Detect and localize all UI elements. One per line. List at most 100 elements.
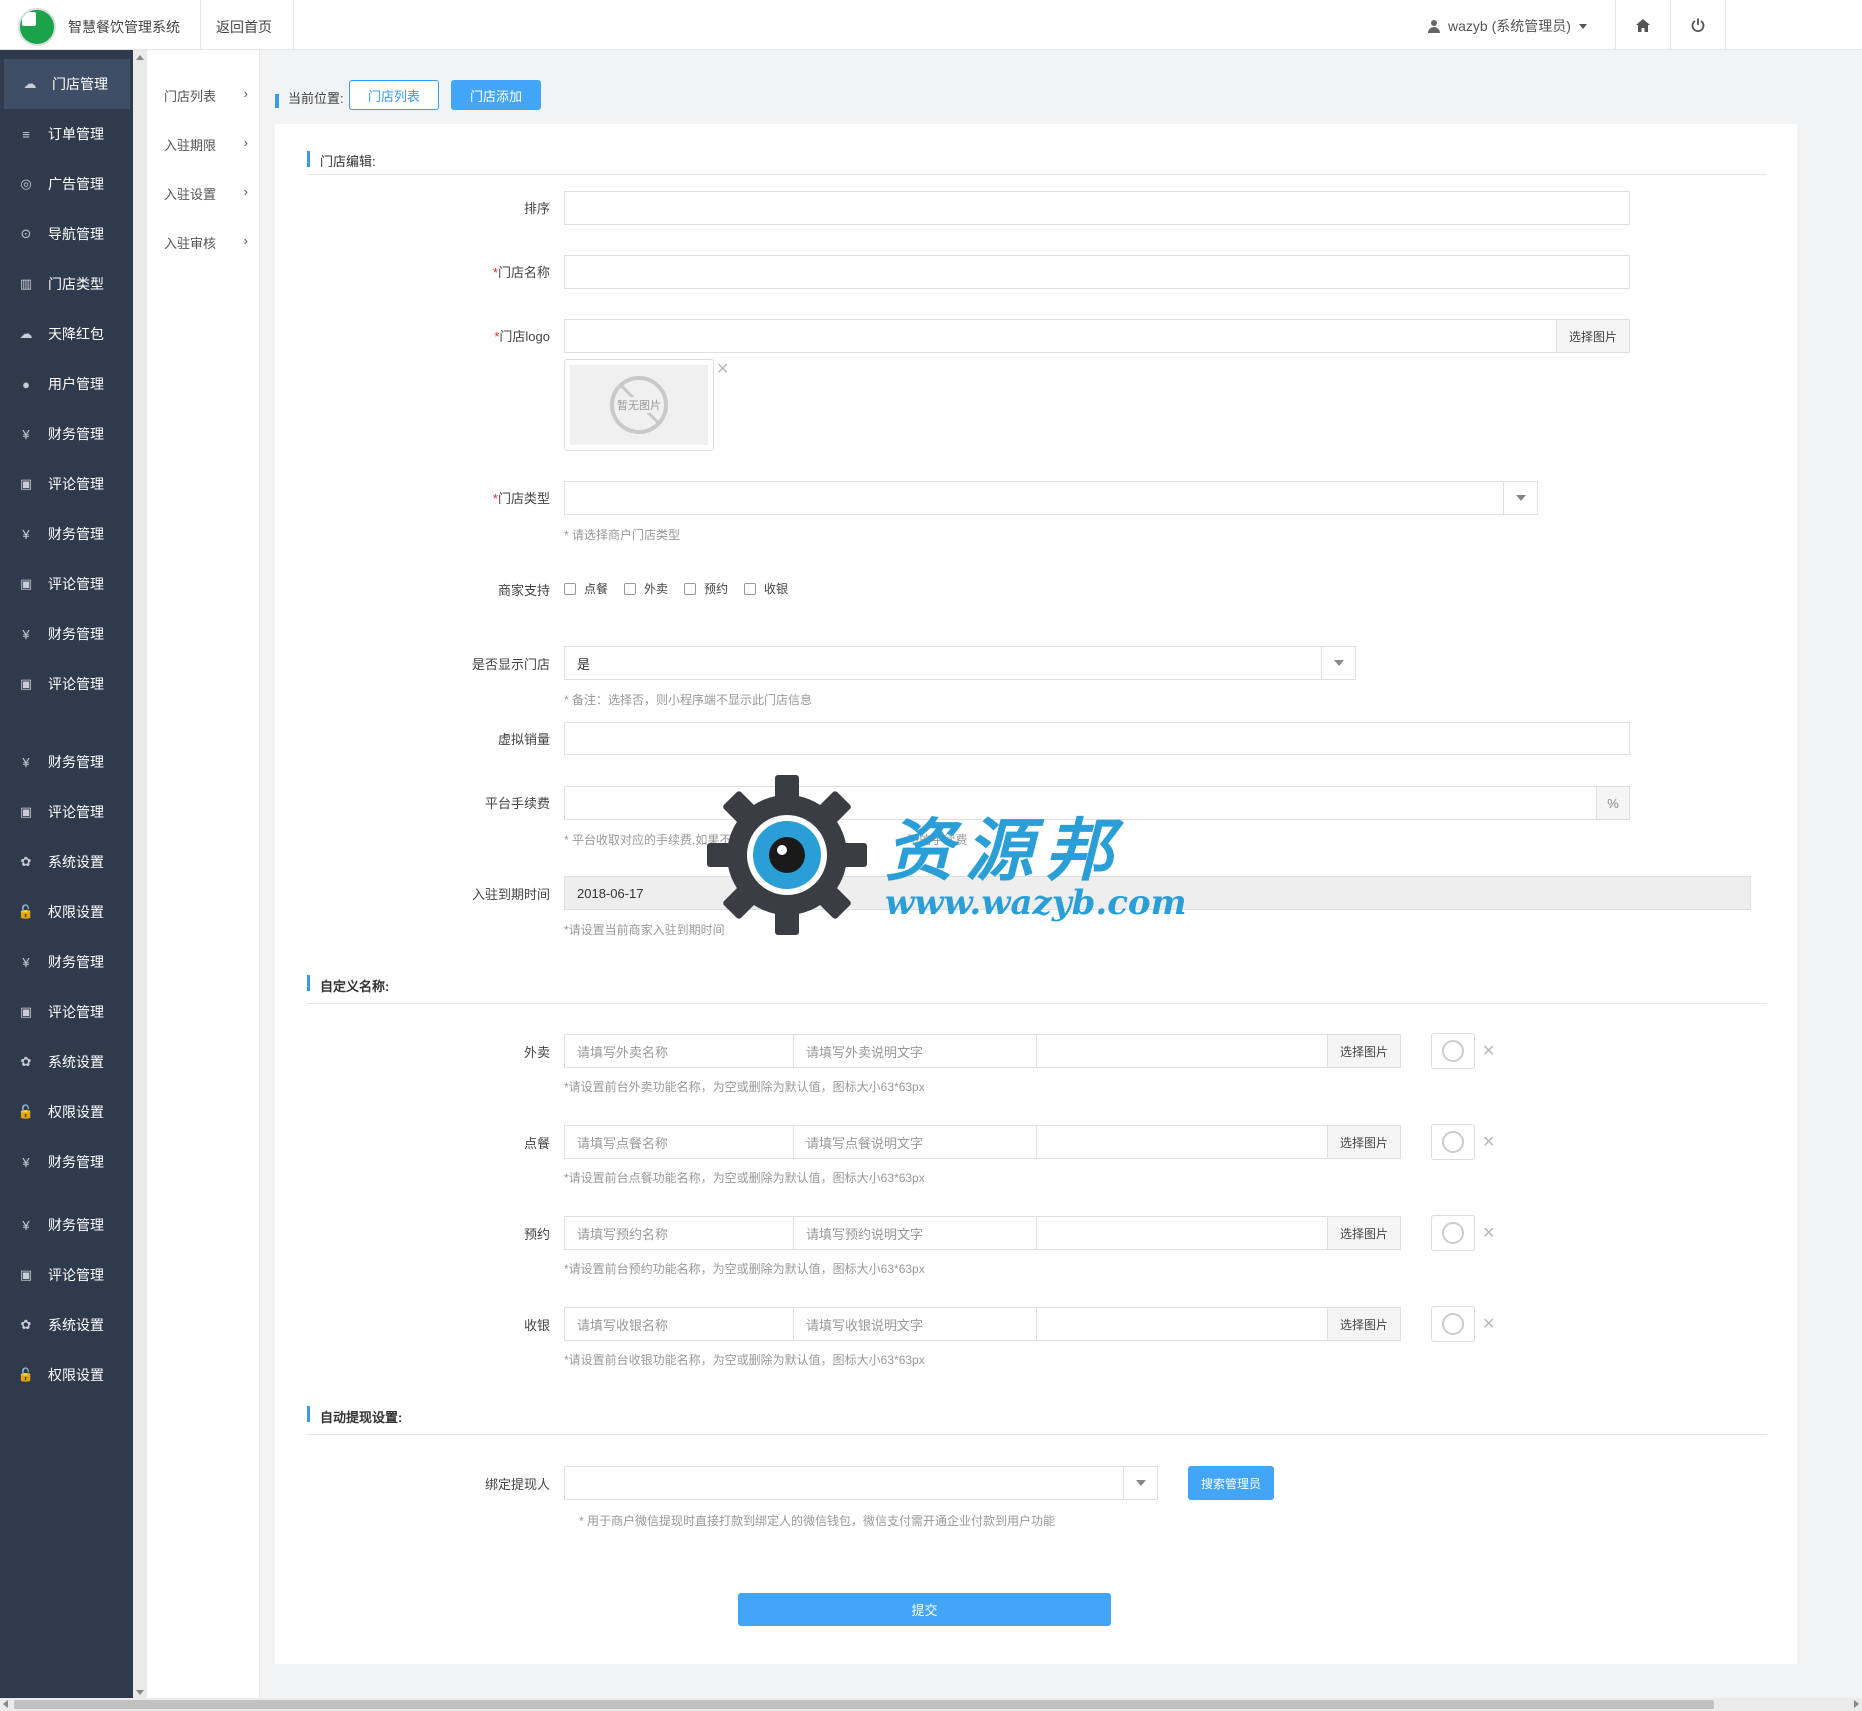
custom-choose-image-button[interactable]: 选择图片: [1327, 1034, 1401, 1068]
bind-withdraw-select[interactable]: [564, 1466, 1158, 1500]
store-logo-input[interactable]: [564, 319, 1557, 353]
sidebar-item-label: 天降红包: [48, 326, 104, 342]
breadcrumb-label: 当前位置:: [288, 91, 344, 106]
custom-choose-image-button[interactable]: 选择图片: [1327, 1216, 1401, 1250]
sidebar-item[interactable]: ◎ 广告管理: [0, 159, 133, 209]
custom-choose-image-button[interactable]: 选择图片: [1327, 1307, 1401, 1341]
sidebar-item-label: 权限设置: [48, 904, 104, 920]
user-menu[interactable]: wazyb (系统管理员): [1428, 16, 1587, 36]
sidebar-item[interactable]: ⊙ 导航管理: [0, 209, 133, 259]
section-divider: [307, 1003, 1767, 1004]
sidebar-item[interactable]: 🔓 权限设置: [0, 1350, 133, 1400]
sort-input[interactable]: [564, 191, 1630, 225]
submit-button[interactable]: 提交: [738, 1593, 1111, 1626]
sidebar-item[interactable]: ¥ 财务管理: [0, 937, 133, 987]
store-type-select[interactable]: [564, 481, 1538, 515]
custom-desc-placeholder: 请填写收银说明文字: [806, 1317, 924, 1333]
sidebar-item[interactable]: ☁ 门店管理: [4, 59, 130, 109]
custom-choose-image-button[interactable]: 选择图片: [1327, 1125, 1401, 1159]
sidebar-item-label: 财务管理: [48, 1217, 104, 1233]
virtual-sales-input[interactable]: [564, 722, 1630, 755]
remove-custom-image-icon[interactable]: ✕: [1482, 1314, 1495, 1334]
remove-custom-image-icon[interactable]: ✕: [1482, 1041, 1495, 1061]
scroll-right-icon[interactable]: [1854, 1700, 1859, 1708]
sidebar-item[interactable]: ¥ 财务管理: [0, 409, 133, 459]
custom-desc-input[interactable]: 请填写收银说明文字: [793, 1307, 1037, 1341]
custom-desc-input[interactable]: 请填写外卖说明文字: [793, 1034, 1037, 1068]
money-icon: ▣: [19, 1004, 33, 1019]
support-checkbox-order[interactable]: [564, 582, 576, 595]
sidebar-item[interactable]: ≡ 订单管理: [0, 109, 133, 159]
custom-desc-input[interactable]: 请填写预约说明文字: [793, 1216, 1037, 1250]
sidebar-item[interactable]: ▣ 评论管理: [0, 787, 133, 837]
sidebar-item[interactable]: ☁ 天降红包: [0, 309, 133, 359]
search-admin-button[interactable]: 搜索管理员: [1188, 1466, 1274, 1500]
custom-image-input[interactable]: [1036, 1216, 1328, 1250]
custom-image-input[interactable]: [1036, 1307, 1328, 1341]
sidebar-item[interactable]: ▣ 评论管理: [0, 987, 133, 1037]
support-checkbox-takeout[interactable]: [624, 582, 637, 595]
custom-name-input[interactable]: 请填写点餐名称: [564, 1125, 794, 1159]
scroll-down-icon[interactable]: [136, 1690, 144, 1695]
sidebar-item[interactable]: ● 用户管理: [0, 359, 133, 409]
sidebar-item-label: 财务管理: [48, 626, 104, 642]
remove-logo-icon[interactable]: ✕: [716, 359, 729, 379]
sidebar-item[interactable]: ▥ 门店类型: [0, 259, 133, 309]
show-store-select[interactable]: 是: [564, 646, 1356, 680]
store-list-button[interactable]: 门店列表: [349, 80, 439, 110]
sidebar-item[interactable]: ¥ 财务管理: [0, 509, 133, 559]
sidebar-item[interactable]: ✿ 系统设置: [0, 1300, 133, 1350]
yen-icon: ¥: [22, 954, 30, 970]
horizontal-scrollbar[interactable]: [0, 1698, 1862, 1711]
yen-icon: ¥: [22, 426, 30, 442]
sidebar-item[interactable]: ▣ 评论管理: [0, 659, 133, 709]
store-name-input[interactable]: [564, 255, 1630, 289]
sidebar-item-label: 广告管理: [48, 176, 104, 192]
support-options: 点餐 外卖 预约 收银: [564, 580, 804, 597]
section-title-edit: 门店编辑:: [320, 154, 376, 169]
store-type-label: *门店类型: [440, 488, 550, 507]
back-home-link[interactable]: 返回首页: [216, 17, 272, 37]
sidebar-item-label: 财务管理: [48, 954, 104, 970]
submenu-item-term[interactable]: 入驻期限 ›: [164, 135, 248, 154]
custom-name-input[interactable]: 请填写预约名称: [564, 1216, 794, 1250]
sidebar-item[interactable]: ¥ 财务管理: [0, 1200, 133, 1250]
choose-logo-button[interactable]: 选择图片: [1556, 319, 1630, 353]
scroll-left-icon[interactable]: [3, 1700, 8, 1708]
submenu-item-store-list[interactable]: 门店列表 ›: [164, 86, 248, 105]
remove-custom-image-icon[interactable]: ✕: [1482, 1223, 1495, 1243]
sidebar-item[interactable]: ▣ 评论管理: [0, 459, 133, 509]
support-checkbox-reserve[interactable]: [684, 582, 697, 595]
scroll-thumb[interactable]: [14, 1700, 1714, 1709]
sidebar-item[interactable]: 🔓 权限设置: [0, 887, 133, 937]
sidebar-item[interactable]: ¥ 财务管理: [0, 1137, 133, 1187]
sidebar-item[interactable]: ▣ 评论管理: [0, 559, 133, 609]
store-add-button[interactable]: 门店添加: [451, 80, 541, 110]
custom-name-input[interactable]: 请填写收银名称: [564, 1307, 794, 1341]
chevron-down-icon: [1578, 23, 1587, 29]
support-checkbox-cashier[interactable]: [744, 582, 757, 595]
sidebar-item[interactable]: ¥ 财务管理: [0, 737, 133, 787]
custom-row-hint: *请设置前台点餐功能名称，为空或删除为默认值，图标大小63*63px: [564, 1171, 925, 1185]
custom-name-placeholder: 请填写点餐名称: [577, 1135, 669, 1151]
remove-custom-image-icon[interactable]: ✕: [1482, 1132, 1495, 1152]
submenu-item-settings[interactable]: 入驻设置 ›: [164, 184, 248, 203]
submenu-item-review[interactable]: 入驻审核 ›: [164, 233, 248, 252]
sidebar-item[interactable]: 🔓 权限设置: [0, 1087, 133, 1137]
custom-desc-input[interactable]: 请填写点餐说明文字: [793, 1125, 1037, 1159]
logout-button[interactable]: [1671, 0, 1725, 50]
chevron-right-icon: ›: [243, 135, 248, 150]
sidebar-item[interactable]: ✿ 系统设置: [0, 1037, 133, 1087]
sidebar-item-label: 权限设置: [48, 1104, 104, 1120]
custom-image-input[interactable]: [1036, 1034, 1328, 1068]
scroll-up-icon[interactable]: [136, 55, 144, 60]
sidebar-item[interactable]: ¥ 财务管理: [0, 609, 133, 659]
sidebar-item[interactable]: ✿ 系统设置: [0, 837, 133, 887]
home-icon: [1636, 18, 1650, 32]
custom-name-input[interactable]: 请填写外卖名称: [564, 1034, 794, 1068]
sidebar-item[interactable]: ▣ 评论管理: [0, 1250, 133, 1300]
sidebar-scrollbar[interactable]: [133, 50, 147, 1700]
store-logo-label: *门店logo: [440, 326, 550, 345]
custom-image-input[interactable]: [1036, 1125, 1328, 1159]
home-button[interactable]: [1616, 0, 1670, 50]
